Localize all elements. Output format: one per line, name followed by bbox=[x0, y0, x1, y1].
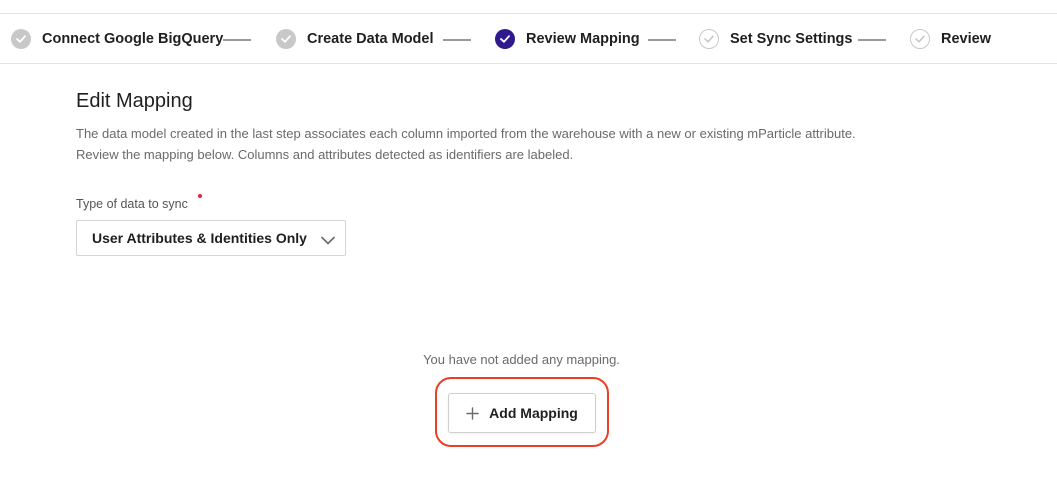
check-icon bbox=[276, 29, 296, 49]
check-icon bbox=[11, 29, 31, 49]
step-separator bbox=[443, 39, 471, 41]
plus-icon bbox=[466, 406, 479, 420]
check-icon bbox=[495, 29, 515, 49]
step-review-mapping[interactable]: Review Mapping bbox=[495, 28, 640, 50]
page-description: The data model created in the last step … bbox=[76, 123, 1036, 165]
step-separator bbox=[858, 39, 886, 41]
step-label: Create Data Model bbox=[307, 31, 434, 47]
check-icon bbox=[699, 29, 719, 49]
progress-stepper: Connect Google BigQuery Create Data Mode… bbox=[0, 14, 1057, 64]
step-connect-google-bigquery[interactable]: Connect Google BigQuery bbox=[11, 28, 223, 50]
add-mapping-label: Add Mapping bbox=[489, 405, 578, 421]
step-label: Set Sync Settings bbox=[730, 31, 853, 47]
step-set-sync-settings[interactable]: Set Sync Settings bbox=[699, 28, 852, 50]
add-mapping-button[interactable]: Add Mapping bbox=[448, 393, 596, 433]
step-separator bbox=[223, 39, 251, 41]
step-label: Connect Google BigQuery bbox=[42, 31, 224, 47]
description-line: Review the mapping below. Columns and at… bbox=[76, 147, 574, 162]
empty-state-message: You have not added any mapping. bbox=[423, 352, 620, 367]
required-indicator bbox=[198, 194, 202, 198]
step-review[interactable]: Review bbox=[910, 28, 991, 50]
chevron-down-icon bbox=[321, 232, 335, 250]
page-title: Edit Mapping bbox=[76, 90, 193, 112]
description-line: The data model created in the last step … bbox=[76, 126, 856, 141]
data-type-select-value: User Attributes & Identities Only bbox=[92, 230, 307, 246]
data-type-select[interactable]: User Attributes & Identities Only bbox=[76, 220, 346, 256]
step-separator bbox=[648, 39, 676, 41]
data-type-label: Type of data to sync bbox=[76, 197, 188, 211]
check-icon bbox=[910, 29, 930, 49]
step-label: Review bbox=[941, 31, 991, 47]
step-label: Review Mapping bbox=[526, 31, 640, 47]
step-create-data-model[interactable]: Create Data Model bbox=[276, 28, 434, 50]
